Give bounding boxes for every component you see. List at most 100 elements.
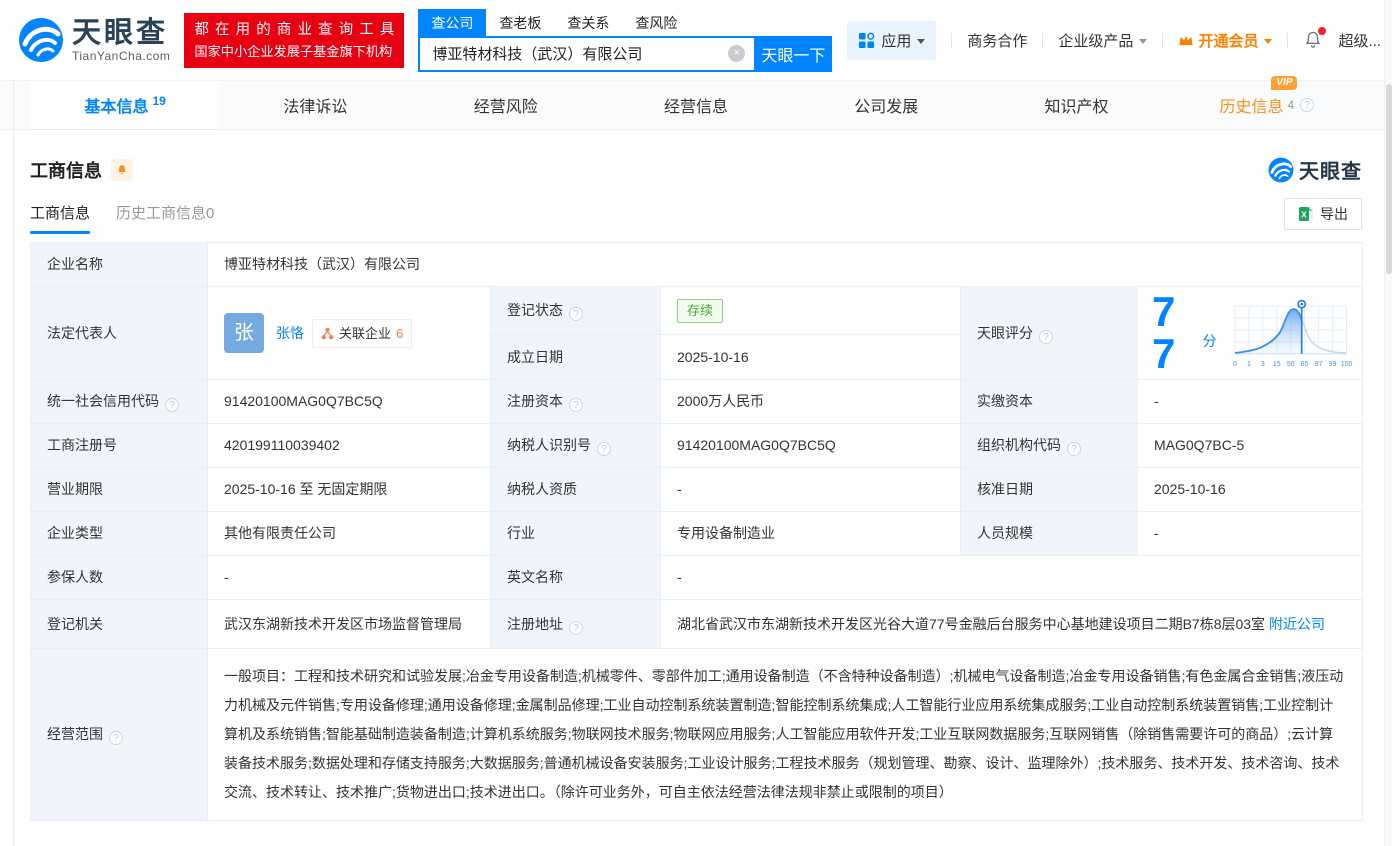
export-button[interactable]: X 导出 [1284,198,1362,230]
excel-icon: X [1299,207,1313,222]
status-badge: 存续 [677,298,724,323]
tab-operation-info[interactable]: 经营信息 [601,81,791,129]
business-term-label: 营业期限 [47,481,103,497]
table-row: 企业类型 其他有限责任公司 行业 专用设备制造业 人员规模 - [30,511,1364,556]
tab-history-info[interactable]: 历史信息 VIP 4 ? [1172,76,1362,129]
tab-intellectual-property[interactable]: 知识产权 [981,81,1171,129]
related-companies-badge[interactable]: 关联企业 6 [312,318,413,348]
apps-menu-label: 应用 [881,32,912,50]
search-area: 查公司 查老板 查关系 查风险 × 天眼一下 [418,8,833,72]
reg-status-value-cell: 存续 [660,285,961,336]
section-header: 工商信息 天眼查 [30,130,1362,184]
apps-menu[interactable]: 应用 [847,20,937,60]
tab-basic-info[interactable]: 基本信息 19 [30,81,221,129]
help-icon[interactable]: ? [569,307,583,322]
credit-code-value: 91420100MAG0Q7BC5Q [224,393,383,409]
related-companies-count: 6 [396,325,404,341]
industry-label-cell: 行业 [490,511,661,556]
promo-banner: 都在用的商业查询工具 国家中小企业发展子基金旗下机构 [184,12,405,68]
company-nav-tabs: 基本信息 19 法律诉讼 经营风险 经营信息 公司发展 知识产权 历史信息 VI… [0,76,1392,130]
help-icon[interactable]: ? [569,620,583,635]
table-row: 经营范围? 一般项目：工程和技术研究和试验发展;冶金专用设备制造;机械零件、零部… [30,648,1364,821]
enterprise-products-menu[interactable]: 企业级产品 [1058,30,1148,51]
taxpayer-id-label-cell: 纳税人识别号? [490,423,661,468]
approval-date-value: 2025-10-16 [1154,481,1226,497]
notifications-button[interactable] [1303,27,1327,50]
legal-rep-name-link[interactable]: 张恪 [276,323,304,344]
help-icon[interactable]: ? [1300,98,1315,112]
section-title: 工商信息 [30,160,102,181]
tab-operation-info-label: 经营信息 [663,99,728,116]
tab-company-development[interactable]: 公司发展 [791,81,981,129]
svg-text:97: 97 [1314,361,1322,368]
score-label-cell: 天眼评分? [960,286,1138,380]
staff-size-label: 人员规模 [977,525,1033,541]
tab-basic-info-count: 19 [152,93,166,108]
svg-text:0: 0 [1233,361,1237,368]
paid-capital-value: - [1154,393,1159,409]
english-name-label-cell: 英文名称 [490,555,661,600]
export-button-label: 导出 [1320,206,1348,222]
legal-rep: 张 张恪 关联企业 6 [224,313,474,353]
help-icon[interactable]: ? [597,442,611,456]
paid-capital-label: 实缴资本 [977,393,1033,409]
menu-divider [951,32,953,48]
caret-down-icon [1264,38,1273,44]
monitor-subscribe-button[interactable] [111,158,133,181]
caret-down-icon [917,38,926,44]
industry-label: 行业 [507,525,535,541]
industry-value-cell: 专用设备制造业 [660,511,961,556]
search-field: × [418,35,755,72]
help-icon[interactable]: ? [569,398,583,412]
legal-rep-value-cell: 张 张恪 关联企业 6 [207,286,491,380]
promo-line-2: 国家中小企业发展子基金旗下机构 [194,43,393,59]
svg-text:50: 50 [1286,361,1294,368]
score-pin-dot [1299,302,1303,306]
business-scope-value: 一般项目：工程和技术研究和试验发展;冶金专用设备制造;机械零件、零部件加工;通用… [224,668,1344,800]
reg-authority-label-cell: 登记机关 [30,599,208,649]
tab-legal-litigation[interactable]: 法律诉讼 [220,81,410,129]
company-name-value: 博亚特材科技（武汉）有限公司 [224,256,420,272]
search-tab-risk[interactable]: 查风险 [622,9,690,36]
english-name-value: - [677,569,682,585]
help-icon[interactable]: ? [1067,442,1081,456]
business-info-table: 企业名称 博亚特材科技（武汉）有限公司 法定代表人 张 张恪 关联企业 6 登记… [30,242,1364,821]
subtab-business-info[interactable]: 工商信息 [30,202,91,234]
page-left-guide-line [13,80,14,846]
staff-size-label-cell: 人员规模 [960,511,1138,556]
business-cooperation-menu[interactable]: 商务合作 [967,30,1027,51]
subtab-history-business-info[interactable]: 历史工商信息0 [116,202,214,234]
search-tab-company[interactable]: 查公司 [418,8,487,36]
business-scope-label-cell: 经营范围? [30,648,208,821]
logo-domain: TianYanCha.com [72,48,171,63]
establish-date-value-cell: 2025-10-16 [660,334,961,380]
search-input[interactable] [420,37,755,70]
svg-text:X: X [1301,210,1307,220]
svg-text:85: 85 [1300,361,1308,368]
search-submit-button[interactable]: 天眼一下 [754,35,833,72]
avatar[interactable]: 张 [224,313,264,353]
open-vip-menu[interactable]: 开通会员 [1178,30,1273,51]
scrollbar-thumb[interactable] [1386,84,1392,274]
business-term-value: 2025-10-16 至 无固定期限 [224,481,388,497]
tianyancha-company-page: 天眼查 TianYanCha.com 都在用的商业查询工具 国家中小企业发展子基… [0,0,1392,846]
org-code-value: MAG0Q7BC-5 [1154,437,1245,453]
credit-code-label-cell: 统一社会信用代码? [30,379,208,424]
search-tab-boss[interactable]: 查老板 [486,9,554,36]
chart-x-ticks: 0 1 3 15 50 85 97 99 100 [1233,361,1352,368]
taxpayer-quality-value-cell: - [660,467,961,512]
help-icon[interactable]: ? [109,731,123,745]
tianyancha-logo[interactable]: 天眼查 TianYanCha.com [18,17,170,63]
watermark-logo-icon [1268,157,1294,182]
tab-operation-risk[interactable]: 经营风险 [411,81,601,129]
credit-code-value-cell: 91420100MAG0Q7BC5Q [207,379,491,424]
search-tabs: 查公司 查老板 查关系 查风险 [418,8,832,36]
help-icon[interactable]: ? [165,398,179,412]
nearby-companies-link[interactable]: 附近公司 [1269,616,1325,632]
approval-date-label: 核准日期 [977,481,1033,497]
insured-count-label: 参保人数 [47,569,103,585]
score-number: 77 [1152,288,1176,377]
search-tab-relation[interactable]: 查关系 [554,9,622,36]
legal-rep-label-cell: 法定代表人 [30,286,208,380]
help-icon[interactable]: ? [1039,329,1053,344]
